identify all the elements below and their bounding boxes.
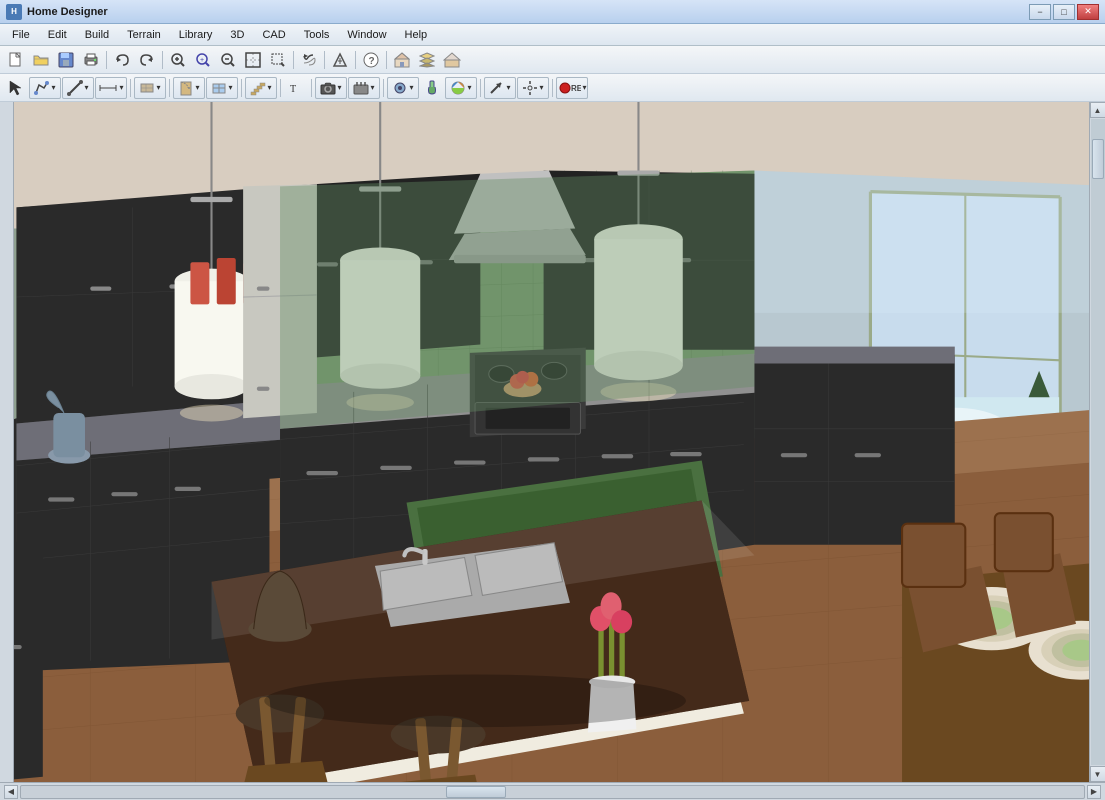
fill-tool-button[interactable]: ▾: [387, 77, 419, 99]
door-button[interactable]: ▾: [173, 77, 205, 99]
select-tool-button[interactable]: [4, 77, 28, 99]
house-button[interactable]: [390, 49, 414, 71]
toolbar2: ▾ ▾ ▾ ▾ ▾ ▾ ▾ T ▾ ▾ ▾: [0, 74, 1105, 102]
toolbar1: + ?: [0, 46, 1105, 74]
separator11: [311, 79, 312, 97]
menu-bar: File Edit Build Terrain Library 3D CAD T…: [0, 24, 1105, 46]
menu-window[interactable]: Window: [339, 27, 394, 43]
bottom-area: ◀ ▶: [0, 782, 1105, 800]
canvas-area[interactable]: [14, 102, 1089, 782]
separator5: [355, 51, 356, 69]
window-button[interactable]: ▾: [206, 77, 238, 99]
app-icon: H: [6, 4, 22, 20]
help-button[interactable]: ?: [359, 49, 383, 71]
floors-button[interactable]: [415, 49, 439, 71]
separator3: [293, 51, 294, 69]
scene-svg: [14, 102, 1089, 782]
materials-button[interactable]: ▾: [445, 77, 477, 99]
h-scrollbar[interactable]: [20, 785, 1085, 799]
separator12: [383, 79, 384, 97]
separator13: [480, 79, 481, 97]
separator2: [162, 51, 163, 69]
scroll-right-arrow[interactable]: ▶: [1087, 785, 1101, 799]
camera-tool-button[interactable]: ▾: [315, 77, 347, 99]
svg-text:REC: REC: [571, 84, 581, 93]
line-button[interactable]: ▾: [62, 77, 94, 99]
maximize-button[interactable]: □: [1053, 4, 1075, 20]
new-button[interactable]: [4, 49, 28, 71]
record-button[interactable]: REC ▾: [556, 77, 588, 99]
roof-button[interactable]: [440, 49, 464, 71]
paint-button[interactable]: [420, 77, 444, 99]
close-button[interactable]: ✕: [1077, 4, 1099, 20]
zoom-in-button[interactable]: [166, 49, 190, 71]
zoom-out-button[interactable]: [216, 49, 240, 71]
undo-button[interactable]: [110, 49, 134, 71]
title-bar: H Home Designer − □ ✕: [0, 0, 1105, 24]
right-scrollbar[interactable]: ▲ ▼: [1089, 102, 1105, 782]
menu-help[interactable]: Help: [397, 27, 436, 43]
menu-build[interactable]: Build: [77, 27, 117, 43]
separator6: [386, 51, 387, 69]
h-scroll-thumb[interactable]: [446, 786, 506, 798]
app-icon-letter: H: [11, 7, 17, 16]
separator7: [130, 79, 131, 97]
left-panel: [0, 102, 14, 782]
main-area: ▲ ▼: [0, 102, 1105, 782]
title-controls: − □ ✕: [1029, 4, 1099, 20]
separator4: [324, 51, 325, 69]
scroll-up-arrow[interactable]: ▲: [1090, 102, 1105, 118]
kitchen-scene[interactable]: [14, 102, 1089, 782]
redo-button[interactable]: [135, 49, 159, 71]
separator8: [169, 79, 170, 97]
svg-text:?: ?: [369, 56, 375, 67]
transform-button[interactable]: ▾: [517, 77, 549, 99]
stairs-button[interactable]: ▾: [245, 77, 277, 99]
menu-tools[interactable]: Tools: [296, 27, 338, 43]
separator10: [280, 79, 281, 97]
camera-up-button[interactable]: [328, 49, 352, 71]
title-bar-left: H Home Designer: [6, 4, 108, 20]
dimension-button[interactable]: ▾: [95, 77, 127, 99]
menu-edit[interactable]: Edit: [40, 27, 75, 43]
elevation-button[interactable]: ▾: [348, 77, 380, 99]
open-button[interactable]: [29, 49, 53, 71]
minimize-button[interactable]: −: [1029, 4, 1051, 20]
wall-tool-button[interactable]: ▾: [134, 77, 166, 99]
scroll-track[interactable]: [1091, 119, 1105, 765]
scroll-left-arrow[interactable]: ◀: [4, 785, 18, 799]
menu-terrain[interactable]: Terrain: [119, 27, 169, 43]
menu-library[interactable]: Library: [171, 27, 221, 43]
menu-file[interactable]: File: [4, 27, 38, 43]
separator9: [241, 79, 242, 97]
polyline-button[interactable]: ▾: [29, 77, 61, 99]
fill-window-button[interactable]: [241, 49, 265, 71]
title-text: Home Designer: [27, 6, 108, 18]
menu-cad[interactable]: CAD: [254, 27, 293, 43]
scroll-down-arrow[interactable]: ▼: [1090, 766, 1105, 782]
menu-3d[interactable]: 3D: [222, 27, 252, 43]
print-button[interactable]: [79, 49, 103, 71]
zoom-in2-button[interactable]: +: [191, 49, 215, 71]
svg-text:+: +: [200, 57, 204, 64]
room-label-button[interactable]: T: [284, 77, 308, 99]
save-button[interactable]: [54, 49, 78, 71]
scroll-thumb[interactable]: [1092, 139, 1104, 179]
previous-view-button[interactable]: [297, 49, 321, 71]
separator1: [106, 51, 107, 69]
zoom-box-button[interactable]: [266, 49, 290, 71]
arrow-tool-button[interactable]: ▾: [484, 77, 516, 99]
svg-text:T: T: [290, 84, 296, 95]
separator14: [552, 79, 553, 97]
